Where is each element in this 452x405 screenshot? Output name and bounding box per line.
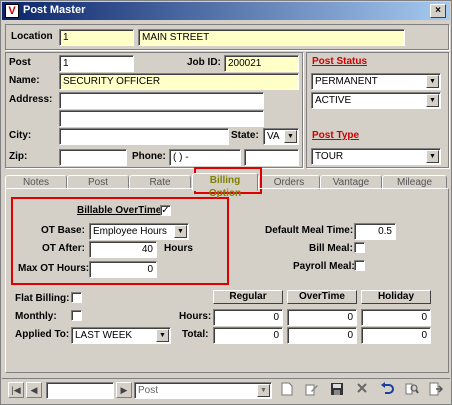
ot-after-field[interactable]: 40 (89, 241, 157, 258)
zip-field[interactable] (59, 149, 127, 166)
chevron-down-icon[interactable]: ▼ (426, 150, 439, 163)
undo-icon[interactable] (377, 382, 397, 400)
tab-billing-option[interactable]: Billing Option (192, 173, 258, 199)
hours-suffix-label: Hours (164, 243, 193, 254)
post-type-select[interactable]: TOUR ▼ (311, 148, 441, 165)
applied-to-select[interactable]: LAST WEEK ▼ (71, 327, 171, 344)
ot-base-label: OT Base: (41, 225, 85, 236)
max-ot-hours-field[interactable]: 0 (89, 261, 157, 278)
bill-meal-label: Bill Meal: (309, 243, 353, 254)
phone-label: Phone: (132, 151, 166, 162)
title-bar: V Post Master × (2, 2, 450, 20)
max-ot-hours-label: Max OT Hours: (18, 263, 90, 274)
overtime-column-header: OverTime (287, 290, 357, 304)
job-id-field[interactable]: 200021 (224, 55, 299, 72)
post-status-value: PERMANENT (315, 76, 378, 87)
state-value: VA (267, 131, 280, 142)
billable-overtime-checkbox[interactable]: ✓ (160, 205, 171, 216)
active-status-select[interactable]: ACTIVE ▼ (311, 92, 441, 109)
chevron-down-icon[interactable]: ▼ (426, 75, 439, 88)
regular-column-header: Regular (213, 290, 283, 304)
ot-base-select[interactable]: Employee Hours ▼ (89, 223, 189, 240)
state-select[interactable]: VA ▼ (263, 128, 299, 145)
ot-after-label: OT After: (42, 243, 85, 254)
tab-strip: Notes Post Rate Billing Option Orders Va… (5, 173, 449, 199)
hours-holiday-field[interactable]: 0 (361, 309, 431, 326)
edit-record-icon[interactable] (302, 382, 322, 400)
city-field[interactable] (59, 128, 229, 145)
hours-row-label: Hours: (179, 311, 212, 322)
flat-billing-checkbox[interactable] (71, 292, 82, 303)
payroll-meal-label: Payroll Meal: (293, 261, 355, 272)
next-record-button[interactable]: ▶ (116, 382, 132, 398)
default-meal-time-label: Default Meal Time: (265, 225, 354, 236)
ot-base-value: Employee Hours (93, 226, 167, 237)
name-label: Name: (9, 75, 40, 86)
post-type-value: TOUR (315, 151, 344, 162)
post-label: Post (9, 57, 31, 68)
job-id-label: Job ID: (187, 57, 221, 68)
phone-field[interactable]: ( ) - (169, 149, 241, 166)
close-button[interactable]: × (430, 4, 446, 18)
record-number-field[interactable] (46, 382, 114, 399)
default-meal-time-field[interactable]: 0.5 (354, 223, 396, 240)
chevron-down-icon[interactable]: ▼ (426, 94, 439, 107)
total-holiday-field[interactable]: 0 (361, 327, 431, 344)
name-field[interactable]: SECURITY OFFICER (59, 73, 299, 90)
lookup-value: Post (138, 385, 159, 396)
applied-to-value: LAST WEEK (75, 330, 133, 341)
chevron-down-icon[interactable]: ▼ (174, 225, 187, 238)
chevron-down-icon[interactable]: ▼ (257, 384, 270, 397)
bill-meal-checkbox[interactable] (354, 242, 365, 253)
active-status-value: ACTIVE (315, 95, 352, 106)
zip-label: Zip: (9, 151, 28, 162)
save-icon[interactable] (327, 382, 347, 400)
address-label: Address: (9, 94, 53, 105)
post-type-label: Post Type (312, 130, 360, 141)
payroll-meal-checkbox[interactable] (354, 260, 365, 271)
lookup-select[interactable]: Post ▼ (134, 382, 272, 399)
window-title: Post Master (23, 4, 86, 16)
address-line1-field[interactable] (59, 92, 264, 109)
chevron-down-icon[interactable]: ▼ (156, 329, 169, 342)
billable-overtime-label: Billable OverTime (77, 205, 162, 216)
flat-billing-label: Flat Billing: (15, 293, 70, 304)
hours-regular-field[interactable]: 0 (213, 309, 283, 326)
phone-ext-field[interactable] (244, 149, 299, 166)
exit-icon[interactable] (426, 382, 446, 400)
post-status-label: Post Status (312, 56, 368, 67)
location-name-field[interactable]: MAIN STREET (138, 29, 405, 46)
delete-icon[interactable] (352, 382, 372, 400)
applied-to-label: Applied To: (15, 329, 70, 340)
holiday-column-header: Holiday (361, 290, 431, 304)
new-record-icon[interactable] (277, 382, 297, 400)
chevron-down-icon[interactable]: ▼ (284, 130, 297, 143)
city-label: City: (9, 130, 32, 141)
post-status-select[interactable]: PERMANENT ▼ (311, 73, 441, 90)
first-record-button[interactable]: |◀ (8, 382, 24, 398)
previous-record-button[interactable]: ◀ (26, 382, 42, 398)
record-navigation-bar: |◀ ◀ ▶ Post ▼ (2, 378, 450, 402)
address-line2-field[interactable] (59, 110, 264, 127)
state-label: State: (231, 130, 259, 141)
monthly-label: Monthly: (15, 311, 57, 322)
total-row-label: Total: (182, 329, 209, 340)
post-number-field[interactable]: 1 (59, 55, 134, 72)
monthly-checkbox[interactable] (71, 310, 82, 321)
app-logo-icon: V (5, 4, 19, 18)
location-code-field[interactable]: 1 (59, 29, 134, 46)
total-overtime-field[interactable]: 0 (287, 327, 357, 344)
hours-overtime-field[interactable]: 0 (287, 309, 357, 326)
find-icon[interactable] (402, 382, 422, 400)
post-master-window: V Post Master × Location 1 MAIN STREET P… (0, 0, 452, 405)
location-label: Location (11, 31, 53, 42)
total-regular-field[interactable]: 0 (213, 327, 283, 344)
